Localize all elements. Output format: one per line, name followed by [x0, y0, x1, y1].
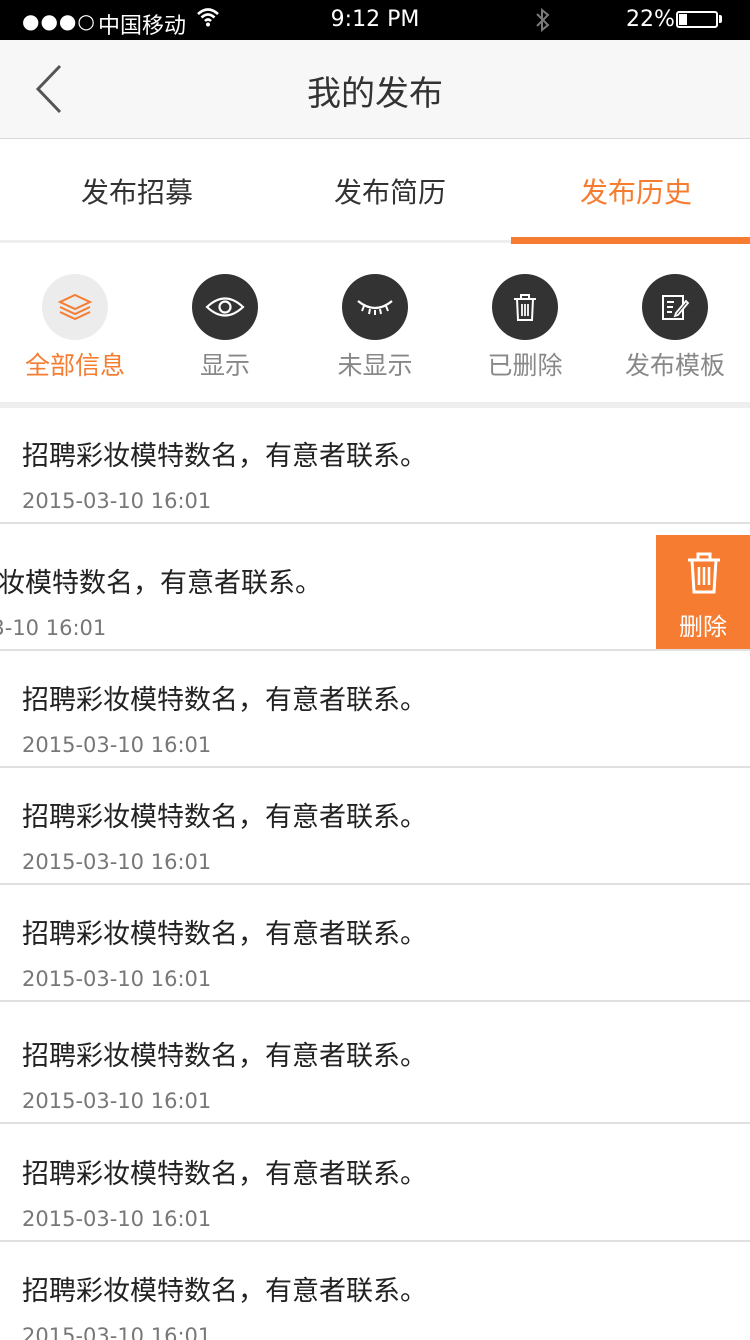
- item-title: 招聘彩妆模特数名，有意者联系。: [22, 1276, 427, 1307]
- item-date: 2015-03-10 16:01: [22, 1089, 212, 1113]
- list-item-content: 招聘彩妆模特数名，有意者联系。 2015-03-10 16:01: [0, 535, 645, 649]
- list-item-swiped[interactable]: 招聘彩妆模特数名，有意者联系。 2015-03-10 16:01 删除: [0, 535, 750, 651]
- item-date: 2015-03-10 16:01: [22, 967, 212, 991]
- item-date: 2015-03-10 16:01: [22, 1207, 212, 1231]
- closed-eye-icon: [342, 274, 408, 340]
- filter-all[interactable]: 全部信息: [0, 246, 150, 402]
- item-date: 2015-03-10 16:01: [0, 616, 107, 640]
- filter-visible[interactable]: 显示: [150, 246, 300, 402]
- list-item-content: 招聘彩妆模特数名，有意者联系。 2015-03-10 16:01: [0, 769, 750, 883]
- list-item-content: 招聘彩妆模特数名，有意者联系。 2015-03-10 16:01: [0, 408, 750, 522]
- list-item[interactable]: 招聘彩妆模特数名，有意者联系。 2015-03-10 16:01: [0, 886, 750, 1002]
- item-date: 2015-03-10 16:01: [22, 489, 212, 513]
- list-item[interactable]: 招聘彩妆模特数名，有意者联系。 2015-03-10 16:01: [0, 769, 750, 885]
- list-item-content: 招聘彩妆模特数名，有意者联系。 2015-03-10 16:01: [0, 1126, 750, 1240]
- filter-deleted[interactable]: 已删除: [450, 246, 600, 402]
- trash-icon: [688, 552, 720, 594]
- tab-publish-recruit[interactable]: 发布招募: [12, 171, 262, 211]
- status-bar: ●●●○ 中国移动 9:12 PM 22%: [0, 0, 750, 40]
- item-date: 2015-03-10 16:01: [22, 850, 212, 874]
- template-icon: [642, 274, 708, 340]
- layers-icon: [42, 274, 108, 340]
- item-title: 招聘彩妆模特数名，有意者联系。: [22, 1159, 427, 1190]
- item-title: 招聘彩妆模特数名，有意者联系。: [0, 568, 322, 599]
- item-date: 2015-03-10 16:01: [22, 733, 212, 757]
- item-title: 招聘彩妆模特数名，有意者联系。: [22, 802, 427, 833]
- tab-publish-resume[interactable]: 发布简历: [265, 171, 515, 211]
- delete-label: 删除: [679, 613, 727, 641]
- list-item[interactable]: 招聘彩妆模特数名，有意者联系。 2015-03-10 16:01: [0, 652, 750, 768]
- filter-label: 发布模板: [624, 351, 725, 380]
- list-item-content: 招聘彩妆模特数名，有意者联系。 2015-03-10 16:01: [0, 652, 750, 766]
- list-item[interactable]: 招聘彩妆模特数名，有意者联系。 2015-03-10 16:01: [0, 1243, 750, 1340]
- trash-icon: [492, 274, 558, 340]
- filter-hidden[interactable]: 未显示: [300, 246, 450, 402]
- list-item-content: 招聘彩妆模特数名，有意者联系。 2015-03-10 16:01: [0, 1243, 750, 1340]
- filter-row: 全部信息 显示 未显示 已删除 发布模板: [0, 246, 750, 402]
- item-date: 2015-03-10 16:01: [22, 1324, 212, 1340]
- battery-icon: [676, 11, 718, 28]
- page-title: 我的发布: [307, 74, 443, 114]
- delete-button[interactable]: 删除: [656, 535, 750, 649]
- tab-publish-history[interactable]: 发布历史: [511, 171, 750, 211]
- list-item[interactable]: 招聘彩妆模特数名，有意者联系。 2015-03-10 16:01: [0, 1008, 750, 1124]
- list-item[interactable]: 招聘彩妆模特数名，有意者联系。 2015-03-10 16:01: [0, 1126, 750, 1242]
- battery-tip: [719, 15, 722, 23]
- bluetooth-icon: [534, 6, 552, 40]
- list-item-content: 招聘彩妆模特数名，有意者联系。 2015-03-10 16:01: [0, 1008, 750, 1122]
- tab-bar: 发布招募 发布简历 发布历史: [0, 139, 750, 244]
- battery-percent: 22%: [626, 7, 675, 32]
- filter-label: 全部信息: [24, 351, 125, 380]
- navigation-bar: 我的发布: [0, 40, 750, 139]
- list-item[interactable]: 招聘彩妆模特数名，有意者联系。 2015-03-10 16:01: [0, 408, 750, 524]
- filter-label: 显示: [199, 351, 250, 380]
- item-title: 招聘彩妆模特数名，有意者联系。: [22, 441, 427, 472]
- filter-label: 已删除: [487, 351, 563, 380]
- publish-history-list: 招聘彩妆模特数名，有意者联系。 2015-03-10 16:01 招聘彩妆模特数…: [0, 408, 750, 1340]
- active-tab-indicator: [511, 237, 750, 244]
- item-title: 招聘彩妆模特数名，有意者联系。: [22, 685, 427, 716]
- filter-template[interactable]: 发布模板: [600, 246, 750, 402]
- eye-icon: [192, 274, 258, 340]
- item-title: 招聘彩妆模特数名，有意者联系。: [22, 919, 427, 950]
- filter-label: 未显示: [337, 351, 413, 380]
- list-item-content: 招聘彩妆模特数名，有意者联系。 2015-03-10 16:01: [0, 886, 750, 1000]
- item-title: 招聘彩妆模特数名，有意者联系。: [22, 1041, 427, 1072]
- battery-fill: [679, 14, 687, 25]
